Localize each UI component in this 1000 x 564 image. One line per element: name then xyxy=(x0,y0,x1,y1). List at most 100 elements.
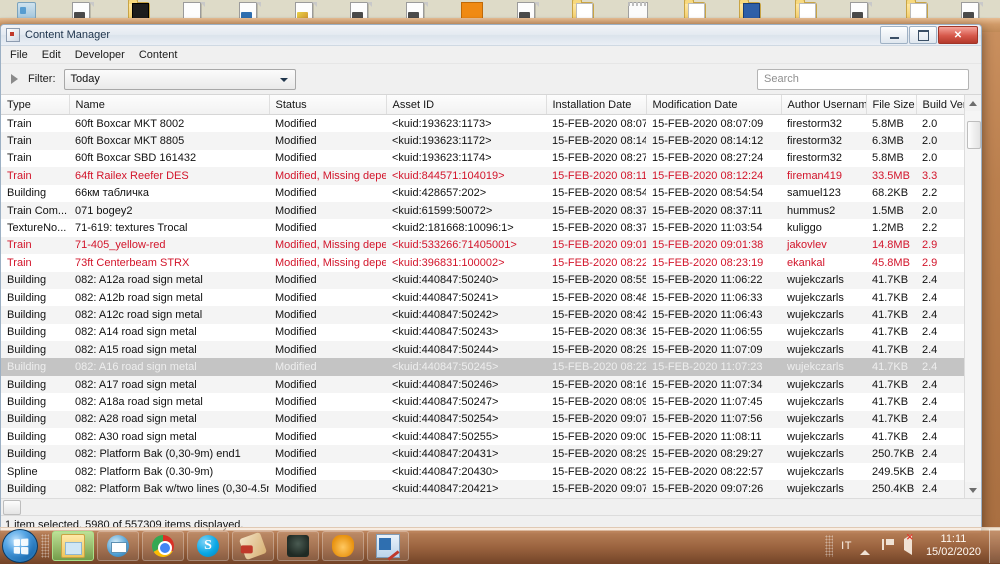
scrollbar-thumb[interactable] xyxy=(967,121,981,149)
cell-asset-id: <kuid:440847:50245> xyxy=(392,361,499,374)
cell-name: 082: A30 road sign metal xyxy=(75,430,197,443)
expand-filter-icon[interactable] xyxy=(11,74,18,84)
table-row[interactable]: Train 60ft Boxcar SBD 161432 Modified <kuid… xyxy=(1,149,964,168)
filter-dropdown[interactable]: Today xyxy=(63,68,296,90)
taskbar-button-ccleaner[interactable] xyxy=(232,531,274,561)
taskbar-button-orange-app[interactable] xyxy=(322,531,364,561)
cell-name: 082: A16 road sign metal xyxy=(75,361,197,374)
table-row[interactable]: Spline 082: Platform Bak (0.30-9m) Modifie… xyxy=(1,462,964,481)
column-header-type[interactable]: Type xyxy=(1,95,70,115)
window-titlebar[interactable]: Content Manager ✕ xyxy=(1,25,981,46)
table-row[interactable]: Building 66км табличка Modified <kuid:42865… xyxy=(1,184,964,202)
close-button[interactable]: ✕ xyxy=(938,26,978,44)
table-row[interactable]: Building 082: A18a road sign metal Modifie… xyxy=(1,393,964,411)
cell-installed: 15-FEB-2020 09:07:26 xyxy=(552,413,646,426)
window-controls: ✕ xyxy=(880,26,978,44)
table-row[interactable]: Building 082: Platform Bak w/two lines (0… xyxy=(1,480,964,498)
hscrollbar-thumb[interactable] xyxy=(3,499,21,515)
column-header-modification-date[interactable]: Modification Date xyxy=(646,95,782,115)
table-row[interactable]: Building 082: A16 road sign metal Modified… xyxy=(1,358,964,376)
cell-author: wujekczarls xyxy=(787,482,844,495)
cell-modified: 15-FEB-2020 11:06:22 xyxy=(652,274,763,287)
column-header-file-size[interactable]: File Size xyxy=(866,95,917,115)
table-row[interactable]: Building 082: A30 road sign metal Modified… xyxy=(1,428,964,446)
maximize-button[interactable] xyxy=(909,26,937,44)
column-header-status[interactable]: Status xyxy=(269,95,387,115)
clock[interactable]: 11:11 15/02/2020 xyxy=(926,533,981,559)
cell-status: Modified, Missing depe... xyxy=(275,169,386,182)
taskbar-button-mail[interactable] xyxy=(97,531,139,561)
table-row[interactable]: Building 082: A15 road sign metal Modified… xyxy=(1,341,964,359)
show-desktop-button[interactable] xyxy=(989,529,1000,563)
horizontal-scrollbar[interactable] xyxy=(1,498,981,515)
table-row[interactable]: Train 60ft Boxcar MKT 8805 Modified <kuid:1… xyxy=(1,132,964,150)
column-header-name[interactable]: Name xyxy=(69,95,270,115)
column-header-author-username[interactable]: Author Username xyxy=(781,95,867,115)
show-hidden-icons-icon[interactable] xyxy=(859,539,874,555)
tray-grip[interactable] xyxy=(825,535,834,557)
table-row[interactable]: Building 082: A28 road sign metal Modified… xyxy=(1,410,964,429)
cell-build: 2.4 xyxy=(922,291,938,304)
menu-developer[interactable]: Developer xyxy=(68,48,132,62)
cell-name: 64ft Railex Reefer DES xyxy=(75,169,189,182)
menu-content[interactable]: Content xyxy=(132,48,185,62)
cell-installed: 15-FEB-2020 08:29:26 xyxy=(552,448,646,461)
cell-status: Modified xyxy=(275,378,317,391)
taskbar-button-explorer[interactable] xyxy=(52,531,94,561)
cell-modified: 15-FEB-2020 08:54:54 xyxy=(652,187,764,200)
taskbar-button-editor[interactable] xyxy=(367,531,409,561)
table-row[interactable]: Building 082: A12a road sign metal Modifie… xyxy=(1,271,964,289)
taskbar-button-skype[interactable]: S xyxy=(187,531,229,561)
cell-name: 082: A28 road sign metal xyxy=(75,413,197,426)
language-indicator[interactable]: IT xyxy=(841,540,852,552)
cell-author: samuel123 xyxy=(787,187,841,200)
column-header-asset-id[interactable]: Asset ID xyxy=(386,95,547,115)
cell-build: 2.2 xyxy=(922,222,938,235)
cell-size: 41.7KB xyxy=(872,430,909,443)
network-icon[interactable] xyxy=(881,539,896,553)
search-input[interactable] xyxy=(758,72,968,86)
table-row[interactable]: Train 64ft Railex Reefer DES Modified, Mis… xyxy=(1,167,964,185)
table-row[interactable]: Building 082: A17 road sign metal Modified… xyxy=(1,375,964,394)
start-button[interactable] xyxy=(2,529,38,563)
table-row[interactable]: Train 73ft Centerbeam STRX Modified, Missi… xyxy=(1,254,964,272)
cell-asset-id: <kuid:440847:50246> xyxy=(392,378,499,391)
table-row[interactable]: Building 082: Platform Bak (0,30-9m) end1… xyxy=(1,445,964,463)
scroll-up-button[interactable] xyxy=(965,95,981,111)
vertical-scrollbar[interactable] xyxy=(964,95,981,498)
taskbar-button-trainz[interactable] xyxy=(277,531,319,561)
volume-muted-icon[interactable] xyxy=(903,534,918,555)
table-row[interactable]: Building 082: A14 road sign metal Modified… xyxy=(1,323,964,342)
cell-size: 45.8MB xyxy=(872,256,910,269)
table-row[interactable]: Train 71-405_yellow-red Modified, Missing … xyxy=(1,236,964,255)
cell-modified: 15-FEB-2020 08:37:11 xyxy=(652,204,763,217)
cell-author: hummus2 xyxy=(787,204,836,217)
filter-label: Filter: xyxy=(28,73,56,85)
table-row[interactable]: TextureNo... 71-619: textures Trocal Modif… xyxy=(1,219,964,237)
cell-installed: 15-FEB-2020 08:55:02 xyxy=(552,274,646,287)
table-row[interactable]: Train Com... 071 bogey2 Modified <kuid:6159… xyxy=(1,201,964,220)
cell-modified: 15-FEB-2020 11:06:43 xyxy=(652,308,763,321)
table-row[interactable]: Building 082: A12b road sign metal Modifie… xyxy=(1,288,964,307)
column-header-build-version[interactable]: Build Version xyxy=(916,95,965,115)
table-row[interactable]: Train 60ft Boxcar MKT 8002 Modified <kuid:1… xyxy=(1,114,964,133)
scroll-down-button[interactable] xyxy=(965,482,981,498)
cell-name: 60ft Boxcar MKT 8002 xyxy=(75,117,185,130)
cell-modified: 15-FEB-2020 08:27:24 xyxy=(652,152,764,165)
cell-name: 60ft Boxcar SBD 161432 xyxy=(75,152,197,165)
table-row[interactable]: Building 082: A12c road sign metal Modifie… xyxy=(1,306,964,324)
table-body: Train 60ft Boxcar MKT 8002 Modified <kuid:1… xyxy=(1,114,964,498)
menu-edit[interactable]: Edit xyxy=(35,48,68,62)
cell-author: wujekczarls xyxy=(787,448,844,461)
taskbar-button-chrome[interactable] xyxy=(142,531,184,561)
cell-asset-id: <kuid:396831:100002> xyxy=(392,256,505,269)
cell-status: Modified xyxy=(275,135,317,148)
cell-name: 082: A12b road sign metal xyxy=(75,291,203,304)
toolbar-grip[interactable] xyxy=(41,534,49,558)
menu-file[interactable]: File xyxy=(3,48,35,62)
column-header-installation-date[interactable]: Installation Date xyxy=(546,95,647,115)
minimize-button[interactable] xyxy=(880,26,908,44)
search-box[interactable] xyxy=(757,68,969,90)
cell-build: 2.4 xyxy=(922,482,938,495)
cell-asset-id: <kuid:193623:1173> xyxy=(392,117,492,130)
